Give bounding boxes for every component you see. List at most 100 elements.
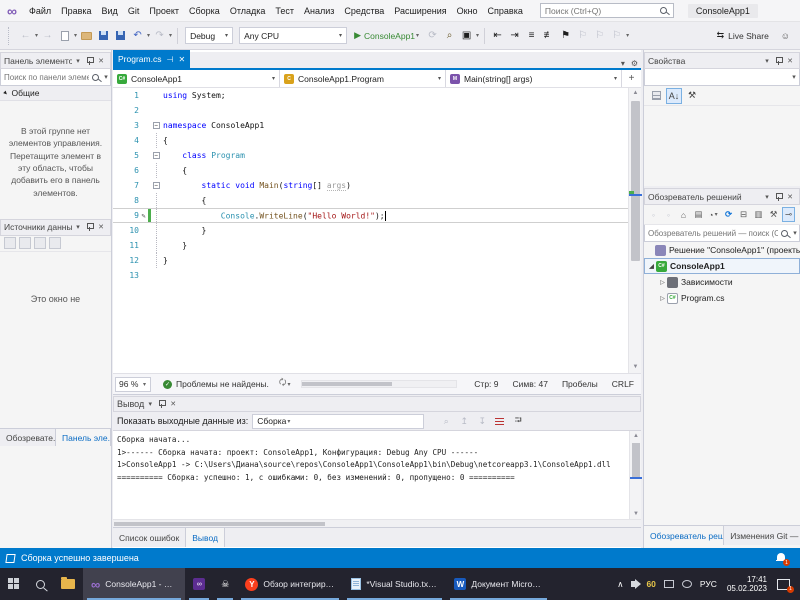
uncomment-icon[interactable]: ≢ — [541, 27, 556, 45]
display-icon[interactable] — [660, 568, 678, 600]
code-editor[interactable]: 1using System;23−namespace ConsoleApp14{… — [113, 88, 641, 373]
properties-wrench-icon[interactable]: ⚒ — [767, 207, 780, 222]
window-position-icon[interactable]: ▾ — [144, 400, 156, 408]
code-text[interactable]: class Program — [161, 151, 245, 160]
project-dropdown[interactable]: C# ConsoleApp1 ▾ — [113, 70, 280, 87]
menu-Файл[interactable]: Файл — [24, 0, 56, 21]
tab-вывод[interactable]: Вывод — [186, 528, 225, 547]
open-file-icon[interactable] — [79, 27, 94, 45]
code-line[interactable]: 9✎ Console.WriteLine("Hello World!"); — [113, 208, 641, 223]
new-project-icon[interactable] — [57, 27, 72, 45]
start-button[interactable] — [0, 568, 28, 600]
next-message-icon[interactable]: ↧ — [474, 414, 490, 429]
close-icon[interactable]: ✕ — [784, 57, 796, 65]
properties-object-combobox[interactable]: ▾ — [644, 69, 800, 86]
indent-decrease-icon[interactable]: ⇤ — [490, 27, 505, 45]
file-explorer-button[interactable] — [53, 568, 83, 600]
new-item-dropdown-icon[interactable]: ▾ — [74, 32, 77, 39]
window-position-icon[interactable]: ▾ — [761, 57, 773, 65]
navigate-back-icon[interactable]: ← — [18, 27, 33, 45]
save-all-icon[interactable] — [113, 27, 128, 45]
tree-item[interactable]: ◢C#ConsoleApp1 — [644, 258, 800, 274]
chevron-down-icon[interactable]: ▾ — [789, 73, 799, 81]
next-bookmark-icon[interactable]: ⚐ — [592, 27, 607, 45]
preview-selected-items-icon[interactable]: ⊸ — [782, 207, 795, 222]
collapse-box-icon[interactable]: − — [153, 122, 160, 129]
tree-item[interactable]: ▷Зависимости — [644, 274, 800, 290]
comment-icon[interactable]: ≡ — [524, 27, 539, 45]
tab-обозреватель-реше-[interactable]: Обозреватель реше... — [644, 526, 724, 545]
code-line[interactable]: 1using System; — [113, 88, 641, 103]
toolbox-search-input[interactable] — [1, 73, 92, 82]
code-text[interactable]: { — [161, 166, 187, 175]
quick-search-box[interactable] — [540, 3, 674, 18]
code-text[interactable]: using System; — [161, 91, 226, 100]
save-icon[interactable] — [96, 27, 111, 45]
toolbox-search-box[interactable]: ▾ — [0, 69, 111, 86]
line-endings-indicator[interactable]: CRLF — [612, 379, 634, 389]
tab-список-ошибок[interactable]: Список ошибок — [113, 528, 186, 547]
pin-icon[interactable] — [776, 57, 781, 65]
alphabetical-sort-icon[interactable]: А↓ — [666, 88, 682, 104]
tab-обозревате-[interactable]: Обозревате... — [0, 429, 56, 446]
redo-icon[interactable]: ↷ — [152, 27, 167, 45]
tree-item[interactable]: Решение "ConsoleApp1" (проекты: 1 из 1) — [644, 242, 800, 258]
expanded-icon[interactable]: ◢ — [647, 263, 656, 270]
close-icon[interactable]: ✕ — [95, 223, 107, 231]
refresh-icon[interactable] — [49, 237, 61, 249]
health-status[interactable]: Проблемы не найдены. — [176, 379, 269, 389]
indent-increase-icon[interactable]: ⇥ — [507, 27, 522, 45]
collapse-box-icon[interactable]: − — [153, 152, 160, 159]
back-icon[interactable]: ◦ — [647, 207, 660, 222]
close-icon[interactable]: ✕ — [178, 55, 185, 64]
taskbar-app-notepad[interactable]: *Visual Studio.txt - ... — [343, 568, 446, 600]
tree-item[interactable]: ▷C#Program.cs — [644, 290, 800, 306]
intellitrace-icon[interactable]: ▣ — [459, 27, 474, 45]
tab-program-cs[interactable]: Program.cs ⊣ ✕ — [113, 50, 190, 68]
chevron-down-icon[interactable]: ▾ — [476, 32, 479, 39]
menu-Расширения[interactable]: Расширения — [389, 0, 451, 21]
code-line[interactable]: 7− static void Main(string[] args) — [113, 178, 641, 193]
split-window-button[interactable]: + — [622, 70, 641, 87]
tab-изменения-git-п-[interactable]: Изменения Git — п... — [724, 526, 800, 545]
scroll-down-icon[interactable]: ▼ — [630, 509, 642, 519]
close-icon[interactable]: ✕ — [167, 400, 179, 408]
code-line[interactable]: 11 } — [113, 238, 641, 253]
word-wrap-icon[interactable]: ⮒ — [510, 414, 526, 429]
taskbar-app-visual-studio[interactable]: ∞ConsoleApp1 - Mic... — [83, 568, 185, 600]
chevron-down-icon[interactable]: ▾ — [287, 381, 290, 388]
scrollbar-thumb[interactable] — [114, 522, 325, 526]
active-files-dropdown-icon[interactable]: ▾ — [621, 59, 625, 68]
toolbox-section-general[interactable]: ▸ Общие — [0, 86, 111, 101]
scroll-down-icon[interactable]: ▼ — [629, 362, 642, 373]
collapsed-icon[interactable]: ▷ — [658, 279, 667, 286]
close-icon[interactable]: ✕ — [784, 193, 796, 201]
scrollbar-thumb[interactable] — [632, 443, 640, 477]
column-indicator[interactable]: Симв: 47 — [513, 379, 548, 389]
platform-combobox[interactable]: Any CPU ▾ — [239, 27, 347, 44]
quick-search-input[interactable] — [541, 6, 660, 16]
pin-icon[interactable] — [776, 193, 781, 201]
taskbar-app-vs-installer[interactable]: ∞ — [185, 568, 213, 600]
navigate-back-dropdown-icon[interactable]: ▾ — [35, 32, 38, 39]
add-data-source-icon[interactable] — [4, 237, 16, 249]
solution-search-input[interactable] — [645, 229, 781, 238]
start-debugging-button[interactable]: ▶ ConsoleApp1 ▾ — [354, 30, 420, 41]
menu-Справка[interactable]: Справка — [483, 0, 528, 21]
tab-панель-эле-[interactable]: Панель эле... — [56, 429, 111, 446]
bookmark-icon[interactable]: ⚑ — [558, 27, 573, 45]
editor-horizontal-scrollbar[interactable] — [301, 380, 457, 388]
scrollbar-thumb[interactable] — [302, 382, 391, 386]
output-vertical-scrollbar[interactable]: ▲ ▼ — [629, 431, 641, 519]
output-text[interactable]: Сборка начата...1>------ Сборка начата: … — [113, 431, 641, 519]
toolbar-grip[interactable] — [8, 27, 12, 45]
line-indicator[interactable]: Стр: 9 — [474, 379, 498, 389]
pin-icon[interactable] — [87, 223, 92, 231]
chevron-down-icon[interactable]: ▾ — [102, 73, 110, 81]
menu-Анализ[interactable]: Анализ — [299, 0, 339, 21]
chevron-down-icon[interactable]: ▾ — [791, 229, 799, 237]
properties-object-input[interactable] — [645, 73, 789, 82]
scrollbar-thumb[interactable] — [631, 101, 640, 261]
background-tasks-icon[interactable] — [5, 554, 15, 563]
window-position-icon[interactable]: ▾ — [72, 57, 84, 65]
